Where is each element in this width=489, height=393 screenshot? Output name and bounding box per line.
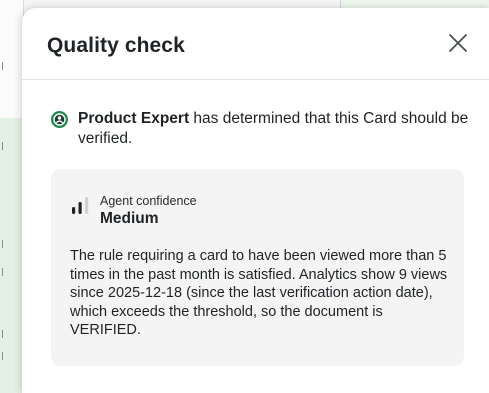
signal-bars-icon <box>72 197 89 214</box>
background-fragment <box>2 268 6 276</box>
expert-name: Product Expert <box>78 110 190 127</box>
panel-title: Quality check <box>47 34 185 57</box>
background-sidebar <box>0 0 24 118</box>
confidence-card: Agent confidence Medium The rule requiri… <box>51 169 464 366</box>
background-fragment <box>2 330 6 338</box>
background-fragment <box>2 62 6 70</box>
confidence-level: Medium <box>100 210 159 227</box>
confidence-label: Agent confidence <box>100 194 197 208</box>
quality-check-panel: Quality check Product Expert has determi… <box>22 8 489 393</box>
determination-message: Product Expert has determined that this … <box>51 109 471 149</box>
close-button[interactable] <box>445 30 471 56</box>
panel-header: Quality check <box>22 8 489 80</box>
background-fragment <box>2 352 6 360</box>
confidence-explanation: The rule requiring a card to have been v… <box>70 248 448 338</box>
close-icon <box>449 34 467 52</box>
background-fragment <box>2 240 6 248</box>
product-expert-avatar-icon <box>51 111 68 128</box>
background-fragment <box>2 142 6 150</box>
background-topbar <box>340 0 489 8</box>
